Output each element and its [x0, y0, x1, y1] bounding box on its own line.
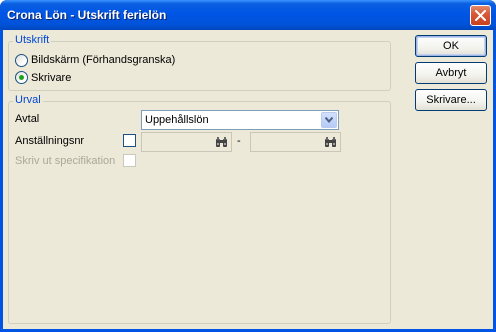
close-icon	[475, 10, 486, 21]
range-separator: -	[237, 135, 241, 147]
close-button[interactable]	[470, 5, 491, 26]
dialog-body: Utskrift Bildskärm (Förhandsgranska) Skr…	[3, 30, 493, 329]
specifikation-checkbox[interactable]	[123, 154, 136, 167]
anstallningsnr-checkbox[interactable]	[123, 134, 136, 147]
radio-bildskarm[interactable]	[15, 54, 28, 67]
avbryt-button[interactable]: Avbryt	[415, 62, 487, 84]
ok-button[interactable]: OK	[415, 35, 487, 57]
specifikation-label: Skriv ut specifikation	[15, 155, 116, 167]
chevron-down-icon	[325, 117, 333, 123]
anstallningsnr-to-field[interactable]	[250, 132, 341, 152]
avtal-dropdown[interactable]: Uppehållslön	[141, 110, 339, 130]
binoculars-icon[interactable]	[324, 136, 337, 148]
radio-skrivare[interactable]	[15, 71, 28, 84]
window-title: Crona Lön - Utskrift ferielön	[7, 8, 167, 22]
anstallningsnr-label: Anställningsnr	[15, 135, 85, 147]
skrivare-button[interactable]: Skrivare...	[415, 89, 487, 111]
avtal-label: Avtal	[15, 113, 40, 125]
utskrift-group-label: Utskrift	[13, 34, 52, 46]
dialog-window: Crona Lön - Utskrift ferielön Utskrift B…	[0, 0, 496, 332]
binoculars-icon[interactable]	[215, 136, 228, 148]
title-bar[interactable]: Crona Lön - Utskrift ferielön	[0, 0, 496, 30]
radio-skrivare-label[interactable]: Skrivare	[31, 72, 71, 84]
avtal-dropdown-button[interactable]	[321, 112, 337, 128]
avtal-selected-value: Uppehållslön	[145, 114, 209, 126]
radio-selected-dot	[19, 75, 24, 80]
urval-group-label: Urval	[13, 94, 43, 106]
radio-bildskarm-label[interactable]: Bildskärm (Förhandsgranska)	[31, 54, 175, 66]
anstallningsnr-from-field[interactable]	[141, 132, 232, 152]
